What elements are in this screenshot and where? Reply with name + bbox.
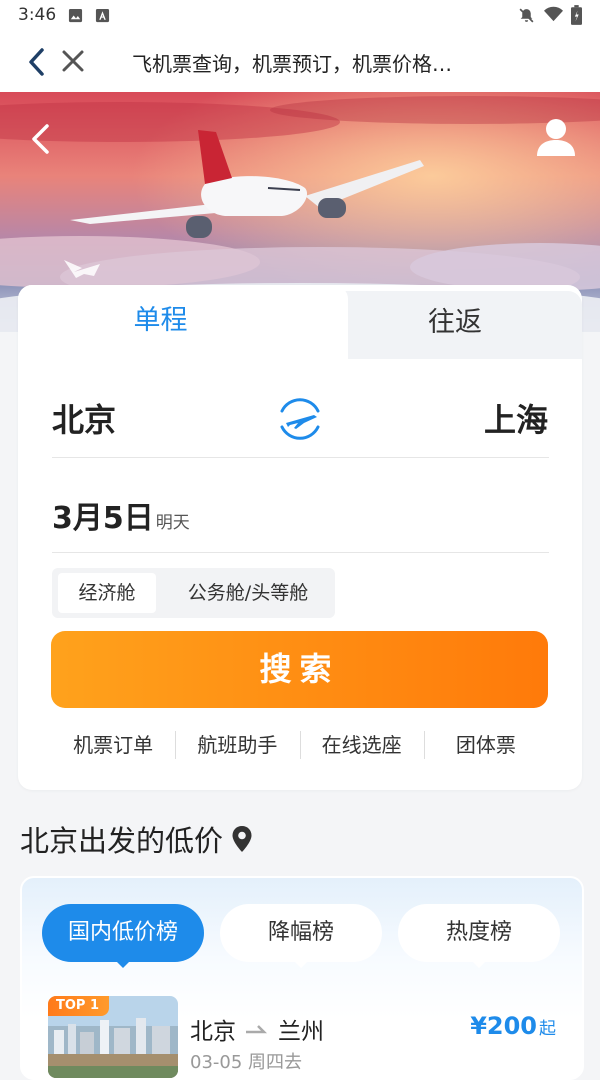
tab-price-drop[interactable]: 降幅榜 (220, 904, 382, 962)
divider (52, 552, 549, 553)
quick-link-orders[interactable]: 机票订单 (51, 725, 175, 765)
tab-pointer (471, 960, 487, 968)
route[interactable]: 北京 兰州 (190, 1012, 324, 1046)
departure-date: 3月5日 (52, 501, 154, 536)
quick-link-flight-assistant[interactable]: 航班助手 (175, 725, 299, 765)
quick-link-group-tickets[interactable]: 团体票 (423, 725, 548, 765)
status-bar: 3:46 (0, 0, 600, 32)
quick-links: 机票订单 航班助手 在线选座 团体票 (51, 725, 548, 765)
tab-one-way[interactable]: 单程 (18, 285, 303, 357)
cabin-business-first[interactable]: 公务舱/头等舱 (168, 573, 328, 613)
route-price[interactable]: ¥200 起 (470, 1012, 556, 1040)
battery-icon (571, 5, 582, 25)
flight-search-card: 单程 往返 北京 上海 3月5日 明天 经济舱 公务舱/头等舱 搜索 机票订单 … (18, 285, 582, 790)
hero-back-icon[interactable] (28, 122, 52, 156)
wifi-icon (544, 6, 563, 22)
tab-pointer (293, 960, 309, 968)
section-title: 北京出发的低价 (20, 818, 253, 860)
close-icon[interactable] (60, 48, 86, 74)
price-value: ¥200 (470, 1012, 537, 1040)
text-a-icon (95, 8, 110, 23)
top-bar: 飞机票查询，机票预订，机票价格… (0, 32, 600, 92)
price-suffix: 起 (539, 1019, 556, 1039)
bell-off-icon (519, 8, 534, 23)
cabin-economy[interactable]: 经济舱 (58, 573, 156, 613)
status-time: 3:46 (18, 5, 57, 25)
page-title: 飞机票查询，机票预订，机票价格… (132, 52, 452, 76)
rank-badge: TOP 1 (48, 996, 110, 1016)
divider (52, 457, 549, 458)
departure-city[interactable]: 北京 (52, 395, 116, 441)
search-button[interactable]: 搜索 (51, 631, 548, 708)
arrival-city[interactable]: 上海 (484, 395, 548, 441)
date-hint: 明天 (155, 513, 190, 533)
location-pin-icon (232, 826, 252, 852)
cabin-selector: 经济舱 公务舱/头等舱 (52, 568, 335, 618)
route-arrow-icon (246, 1025, 268, 1034)
low-price-title: 北京出发的低价 (20, 824, 224, 858)
back-icon[interactable] (24, 46, 52, 78)
tab-domestic-low-price[interactable]: 国内低价榜 (42, 904, 204, 962)
route-from: 北京 (190, 1019, 236, 1045)
route-to: 兰州 (278, 1019, 324, 1045)
quick-link-seat-selection[interactable]: 在线选座 (299, 725, 424, 765)
image-icon (68, 8, 83, 23)
low-price-card: 国内低价榜 降幅榜 热度榜 TOP 1 北京 兰州 03-05 周四去 ¥200… (20, 876, 584, 1080)
swap-cities-icon[interactable] (274, 393, 326, 445)
route-date: 03-05 周四去 (190, 1052, 303, 1073)
tab-round-trip[interactable]: 往返 (328, 289, 582, 357)
tab-pointer (115, 960, 131, 968)
user-icon[interactable] (534, 116, 578, 156)
tab-popularity[interactable]: 热度榜 (398, 904, 560, 962)
date-selector[interactable]: 3月5日 明天 (52, 493, 190, 537)
